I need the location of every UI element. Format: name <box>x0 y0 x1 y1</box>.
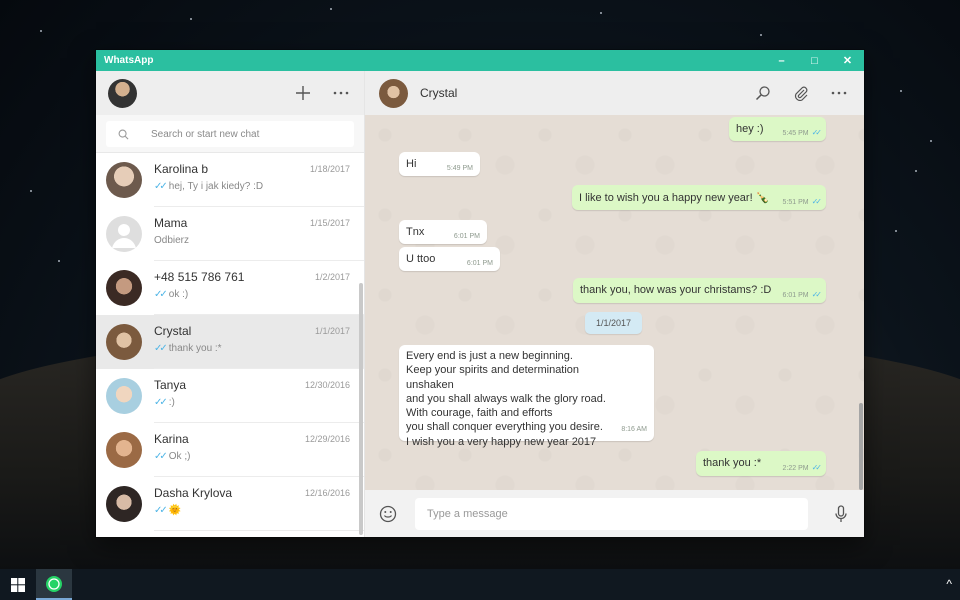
message-time: 6:01 PM <box>466 260 493 267</box>
read-ticks-icon: ✓✓ <box>811 290 823 299</box>
message-text: hey :) <box>736 123 764 135</box>
message-text: Hi <box>406 158 417 170</box>
chat-preview: thank you :* <box>168 343 222 354</box>
avatar <box>106 378 142 414</box>
read-ticks-icon: ✓✓ <box>154 289 168 300</box>
message-bubble-incoming[interactable]: Hi 5:49 PM <box>399 152 480 176</box>
message-text: thank you :* <box>703 457 762 469</box>
chevron-up-icon[interactable]: ^ <box>946 577 952 591</box>
message-text: Tnx <box>406 226 425 238</box>
close-button[interactable]: ✕ <box>831 50 864 71</box>
chat-date: 1/2/2017 <box>314 272 350 282</box>
read-ticks-icon: ✓✓ <box>154 505 168 516</box>
message-area[interactable]: hey :) 5:45 PM ✓✓ Hi 5:49 PM I like to wi… <box>365 115 864 490</box>
avatar <box>106 270 142 306</box>
whatsapp-window: WhatsApp – □ ✕ Search or start new chat … <box>96 50 864 537</box>
maximize-button[interactable]: □ <box>798 50 831 71</box>
date-divider: 1/1/2017 <box>585 312 642 334</box>
search-input[interactable]: Search or start new chat <box>106 121 354 147</box>
windows-start-icon[interactable] <box>0 569 36 600</box>
message-scrollbar[interactable] <box>859 403 863 490</box>
more-horizontal-icon[interactable] <box>330 82 352 104</box>
taskbar: ^ <box>0 569 960 600</box>
read-ticks-icon: ✓✓ <box>154 181 168 192</box>
message-time: 6:01 PM <box>453 233 480 240</box>
title-bar: WhatsApp – □ ✕ <box>96 50 864 71</box>
chat-preview: Odbierz <box>154 235 190 246</box>
chat-preview: hej, Ty i jak kiedy? :D <box>168 181 264 192</box>
avatar <box>106 486 142 522</box>
message-bubble-incoming[interactable]: U ttoo 6:01 PM <box>399 247 500 271</box>
message-text: Every end is just a new beginning. Keep … <box>406 350 606 448</box>
sidebar-header <box>96 71 364 115</box>
read-ticks-icon: ✓✓ <box>811 197 823 206</box>
conversation-panel: Crystal hey :) 5:45 PM ✓✓ Hi 5:49 PM I l… <box>365 71 864 537</box>
message-bubble-outgoing[interactable]: hey :) 5:45 PM ✓✓ <box>729 117 826 141</box>
message-text: thank you, how was your christams? :D <box>580 284 772 296</box>
message-input[interactable] <box>415 497 808 530</box>
composer <box>365 490 864 537</box>
chat-item-mama[interactable]: Mama 1/15/2017 Odbierz <box>96 207 364 261</box>
message-text: I like to wish you a happy new year! 🍾 <box>579 192 770 204</box>
chat-preview: :) <box>168 397 175 408</box>
avatar <box>106 324 142 360</box>
chat-preview: 🌞 <box>168 505 182 516</box>
contact-avatar[interactable] <box>379 78 408 108</box>
message-bubble-outgoing[interactable]: thank you, how was your christams? :D 6:… <box>573 278 826 303</box>
microphone-icon[interactable] <box>830 503 852 525</box>
message-bubble-incoming[interactable]: Tnx 6:01 PM <box>399 220 487 244</box>
message-time: 2:22 PM <box>782 465 809 472</box>
chat-item-phone[interactable]: +48 515 786 761 1/2/2017 ✓✓ ok :) <box>96 261 364 315</box>
message-time: 5:49 PM <box>446 165 473 172</box>
chat-date: 12/16/2016 <box>304 488 350 498</box>
message-bubble-outgoing[interactable]: thank you :* 2:22 PM ✓✓ <box>696 451 826 476</box>
chat-item-karolina[interactable]: Karolina b 1/18/2017 ✓✓ hej, Ty i jak kie… <box>96 153 364 207</box>
my-avatar[interactable] <box>108 78 137 108</box>
chat-item-dasha[interactable]: Dasha Krylova 12/16/2016 ✓✓ 🌞 <box>96 477 364 531</box>
chat-date: 12/29/2016 <box>304 434 350 444</box>
chat-list-scrollbar[interactable] <box>359 283 363 535</box>
read-ticks-icon: ✓✓ <box>811 128 823 137</box>
emoji-icon[interactable] <box>377 503 399 525</box>
search-icon <box>118 129 129 139</box>
read-ticks-icon: ✓✓ <box>154 343 168 354</box>
chat-item-tanya[interactable]: Tanya 12/30/2016 ✓✓:) <box>96 369 364 423</box>
more-horizontal-icon[interactable] <box>828 82 850 104</box>
avatar <box>106 162 142 198</box>
attach-icon[interactable] <box>790 82 812 104</box>
chat-item-karina[interactable]: Karina 12/29/2016 ✓✓ Ok ;) <box>96 423 364 477</box>
plus-icon[interactable] <box>292 82 314 104</box>
chat-list: Karolina b 1/18/2017 ✓✓ hej, Ty i jak kie… <box>96 153 364 537</box>
chat-date: 1/1/2017 <box>314 326 350 336</box>
avatar <box>106 432 142 468</box>
chat-item-crystal[interactable]: Crystal 1/1/2017 ✓✓ thank you :* <box>96 315 364 369</box>
message-time: 5:45 PM <box>782 130 809 137</box>
chat-preview: Ok ;) <box>168 451 191 462</box>
chat-sidebar: Search or start new chat Karolina b 1/18… <box>96 71 365 537</box>
conversation-header: Crystal <box>365 71 864 115</box>
read-ticks-icon: ✓✓ <box>154 397 168 408</box>
message-bubble-outgoing[interactable]: I like to wish you a happy new year! 🍾 5… <box>572 185 826 210</box>
chat-date: 1/15/2017 <box>309 218 350 228</box>
chat-date: 12/30/2016 <box>304 380 350 390</box>
message-time: 8:16 AM <box>621 425 647 433</box>
whatsapp-taskbar-icon[interactable] <box>36 569 72 600</box>
read-ticks-icon: ✓✓ <box>154 451 168 462</box>
message-time: 6:01 PM <box>782 292 809 299</box>
search-placeholder: Search or start new chat <box>151 128 260 140</box>
default-avatar-icon <box>106 216 142 252</box>
message-bubble-incoming[interactable]: Every end is just a new beginning. Keep … <box>399 345 654 448</box>
contact-name[interactable]: Crystal <box>420 86 736 100</box>
chat-preview: ok :) <box>168 289 189 300</box>
message-text: U ttoo <box>406 253 436 265</box>
window-title: WhatsApp <box>104 55 154 66</box>
message-time: 5:51 PM <box>782 199 809 206</box>
read-ticks-icon: ✓✓ <box>811 463 823 472</box>
chat-date: 1/18/2017 <box>309 164 350 174</box>
search-icon[interactable] <box>752 82 774 104</box>
minimize-button[interactable]: – <box>765 50 798 71</box>
